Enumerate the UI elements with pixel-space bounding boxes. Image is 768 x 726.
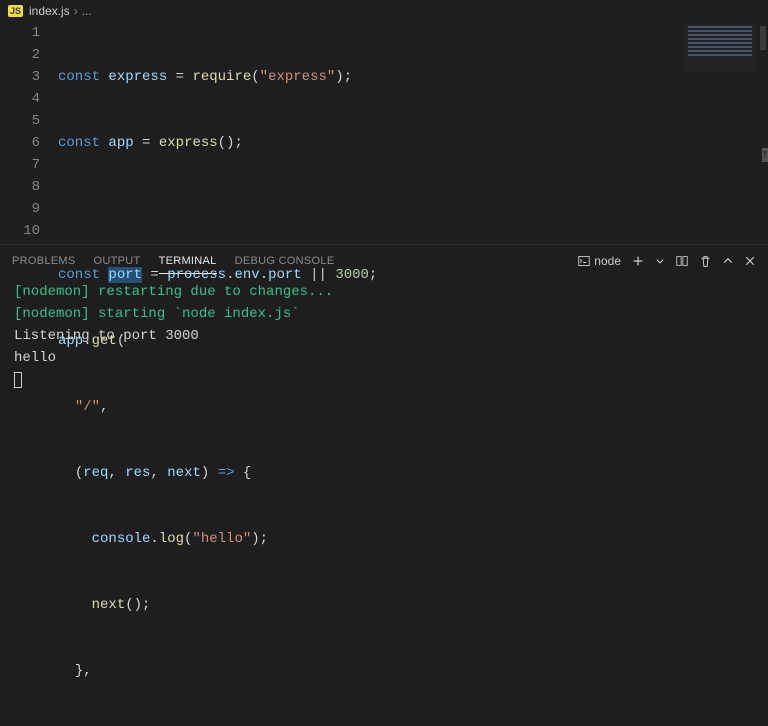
line-number: 1 (0, 22, 40, 44)
token-punct: ; (369, 267, 377, 283)
token-string: "hello" (192, 531, 251, 547)
token-punct: ) (201, 465, 218, 481)
line-number: 7 (0, 154, 40, 176)
overview-marker: T (762, 148, 768, 162)
token-punct: ); (335, 69, 352, 85)
token-punct: }, (75, 663, 92, 679)
token-operator: || (302, 267, 336, 283)
indent (58, 597, 92, 613)
token-function: get (92, 333, 117, 349)
line-number: 10 (0, 220, 40, 242)
scrollbar-thumb[interactable] (760, 26, 766, 50)
indent (58, 663, 75, 679)
token-function: express (159, 135, 218, 151)
token-identifier: express (108, 69, 167, 85)
indent (58, 531, 92, 547)
indent (58, 465, 75, 481)
token-param: next (167, 465, 201, 481)
token-string: "express" (260, 69, 336, 85)
token-punct: , (100, 399, 108, 415)
line-number: 4 (0, 88, 40, 110)
line-number: 2 (0, 44, 40, 66)
chevron-right-icon: › (74, 4, 78, 18)
token-punct: . (150, 531, 158, 547)
js-file-icon: JS (8, 5, 23, 17)
line-number: 6 (0, 132, 40, 154)
token-identifier: app (108, 135, 133, 151)
token-keyword: const (58, 267, 100, 283)
line-number: 9 (0, 198, 40, 220)
editor-scrollbar[interactable] (758, 26, 768, 226)
token-punct: , (108, 465, 125, 481)
line-number: 3 (0, 66, 40, 88)
indent (58, 399, 75, 415)
token-punct: ); (251, 531, 268, 547)
token-punct: (); (125, 597, 150, 613)
token-punct: ( (117, 333, 125, 349)
token-punct: . (83, 333, 91, 349)
minimap[interactable] (684, 24, 756, 72)
breadcrumb[interactable]: JS index.js › ... (0, 0, 768, 22)
token-punct: { (235, 465, 252, 481)
code-editor[interactable]: 1 2 3 4 5 6 7 8 9 10 const express = req… (0, 22, 768, 244)
token-identifier: console (92, 531, 151, 547)
line-number: 5 (0, 110, 40, 132)
token-punct: . (260, 267, 268, 283)
token-function: next (92, 597, 126, 613)
token-keyword: const (58, 69, 100, 85)
token-identifier: process (167, 267, 226, 283)
token-param: res (125, 465, 150, 481)
token-identifier: app (58, 333, 83, 349)
token-punct: , (150, 465, 167, 481)
line-number-gutter: 1 2 3 4 5 6 7 8 9 10 (0, 22, 58, 244)
token-number: 3000 (335, 267, 369, 283)
token-identifier: env (234, 267, 259, 283)
token-operator: = (167, 69, 192, 85)
token-selected: port (108, 267, 142, 283)
token-operator: = (142, 267, 167, 283)
breadcrumb-file[interactable]: index.js (29, 4, 70, 18)
code-content[interactable]: const express = require("express"); cons… (58, 22, 768, 244)
terminal-cursor (14, 372, 22, 388)
token-operator: = (134, 135, 159, 151)
token-function: log (159, 531, 184, 547)
line-number: 8 (0, 176, 40, 198)
token-punct: (); (218, 135, 243, 151)
token-keyword: const (58, 135, 100, 151)
token-arrow: => (218, 465, 235, 481)
token-function: require (192, 69, 251, 85)
token-punct: ( (251, 69, 259, 85)
token-param: req (83, 465, 108, 481)
token-string: "/" (75, 399, 100, 415)
token-identifier: port (268, 267, 302, 283)
breadcrumb-tail[interactable]: ... (82, 4, 92, 18)
token-punct: ( (75, 465, 83, 481)
